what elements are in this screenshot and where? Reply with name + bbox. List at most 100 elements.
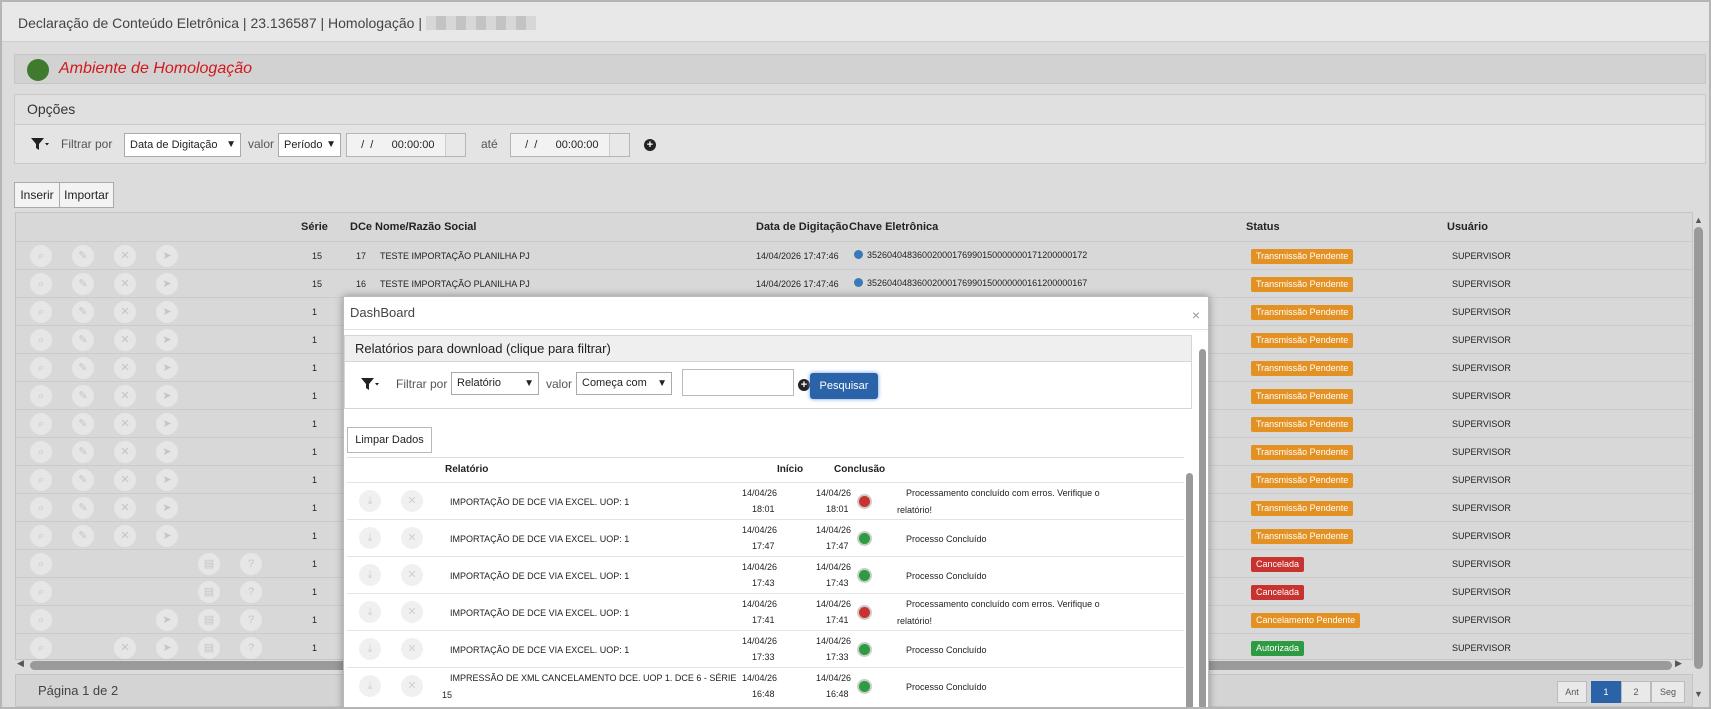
download-icon[interactable]: ⤓ [359,675,381,697]
cancel-icon[interactable]: ✕ [114,273,136,295]
search-icon[interactable]: ⌕ [30,553,52,575]
col-chave[interactable]: Chave Eletrônica [849,221,938,233]
send-icon[interactable]: ➤ [156,609,178,631]
list-item[interactable]: ⤓ ✕ IMPORTAÇÃO DE DCE VIA EXCEL. UOP: 1 14/… [347,593,1184,630]
edit-icon[interactable]: ✎ [72,385,94,407]
search-icon[interactable]: ⌕ [30,413,52,435]
cancel-icon[interactable]: ✕ [114,497,136,519]
col-inicio[interactable]: Início [777,464,803,475]
date-from-input[interactable]: / / 00:00:00 [346,133,466,157]
delete-icon[interactable]: ✕ [401,675,423,697]
col-relatorio[interactable]: Relatório [445,464,488,475]
edit-icon[interactable]: ✎ [72,329,94,351]
prev-page-button[interactable]: Ant [1557,681,1587,703]
search-icon[interactable]: ⌕ [30,245,52,267]
send-icon[interactable]: ➤ [156,273,178,295]
cancel-icon[interactable]: ✕ [114,441,136,463]
col-usuario[interactable]: Usuário [1447,221,1488,233]
print-icon[interactable]: ▤ [198,581,220,603]
send-icon[interactable]: ➤ [156,357,178,379]
edit-icon[interactable]: ✎ [72,497,94,519]
download-icon[interactable]: ⤓ [359,527,381,549]
col-dce[interactable]: DCe [350,221,372,233]
search-icon[interactable]: ⌕ [30,357,52,379]
edit-icon[interactable]: ✎ [72,441,94,463]
delete-icon[interactable]: ✕ [401,601,423,623]
search-icon[interactable]: ⌕ [30,637,52,659]
list-item[interactable]: ⤓ ✕ IMPORTAÇÃO DE DCE VIA EXCEL. UOP: 1 14/… [347,519,1184,556]
col-nome[interactable]: Nome/Razão Social [375,221,476,233]
cancel-icon[interactable]: ✕ [114,413,136,435]
scroll-left-icon[interactable]: ◀ [17,658,24,669]
next-page-button[interactable]: Seg [1651,681,1685,703]
delete-icon[interactable]: ✕ [401,490,423,512]
help-icon[interactable]: ? [240,581,262,603]
search-icon[interactable]: ⌕ [30,469,52,491]
delete-icon[interactable]: ✕ [401,564,423,586]
cancel-icon[interactable]: ✕ [114,385,136,407]
edit-icon[interactable]: ✎ [72,273,94,295]
add-filter-icon[interactable]: + [798,379,810,391]
cancel-icon[interactable]: ✕ [114,357,136,379]
download-icon[interactable]: ⤓ [359,490,381,512]
reports-panel-title[interactable]: Relatórios para download (clique para fi… [345,336,1191,362]
col-data-digitacao[interactable]: Data de Digitação [756,221,848,233]
list-item[interactable]: ⤓ ✕ IMPORTAÇÃO DE DCE VIA EXCEL. UOP: 1 14/… [347,630,1184,667]
search-icon[interactable]: ⌕ [30,273,52,295]
filter-funnel-icon[interactable] [29,133,51,157]
edit-icon[interactable]: ✎ [72,357,94,379]
scroll-right-icon[interactable]: ▶ [1675,658,1682,669]
date-to-input[interactable]: / / 00:00:00 [510,133,630,157]
help-icon[interactable]: ? [240,637,262,659]
filter-by-select[interactable]: Data de Digitação ▼ [124,133,241,157]
modal-search-input[interactable] [682,369,794,396]
reports-vertical-scrollbar[interactable] [1186,473,1193,707]
search-icon[interactable]: ⌕ [30,385,52,407]
print-icon[interactable]: ▤ [198,637,220,659]
search-icon[interactable]: ⌕ [30,329,52,351]
help-icon[interactable]: ? [240,609,262,631]
search-icon[interactable]: ⌕ [30,301,52,323]
search-button[interactable]: Pesquisar [810,373,878,399]
modal-vertical-scrollbar[interactable] [1199,349,1206,707]
calendar-icon[interactable] [609,134,629,156]
send-icon[interactable]: ➤ [156,245,178,267]
search-icon[interactable]: ⌕ [30,581,52,603]
send-icon[interactable]: ➤ [156,497,178,519]
download-icon[interactable]: ⤓ [359,601,381,623]
search-icon[interactable]: ⌕ [30,497,52,519]
send-icon[interactable]: ➤ [156,385,178,407]
col-conclusao[interactable]: Conclusão [834,464,885,475]
edit-icon[interactable]: ✎ [72,245,94,267]
vertical-scrollbar[interactable] [1694,227,1703,669]
cancel-icon[interactable]: ✕ [114,469,136,491]
download-icon[interactable]: ⤓ [359,638,381,660]
send-icon[interactable]: ➤ [156,301,178,323]
edit-icon[interactable]: ✎ [72,525,94,547]
print-icon[interactable]: ▤ [198,609,220,631]
cancel-icon[interactable]: ✕ [114,245,136,267]
search-icon[interactable]: ⌕ [30,609,52,631]
list-item[interactable]: ⤓ ✕ IMPORTAÇÃO DE DCE VIA EXCEL. UOP: 1 14/… [347,556,1184,593]
send-icon[interactable]: ➤ [156,329,178,351]
table-row[interactable]: ⌕ ✎ ✕ ➤ 15 16 TESTE IMPORTAÇÃO PLANILHA PJ 14/0… [16,269,1692,297]
cancel-icon[interactable]: ✕ [114,329,136,351]
search-icon[interactable]: ⌕ [30,441,52,463]
page-2-button[interactable]: 2 [1621,681,1651,703]
cancel-icon[interactable]: ✕ [114,301,136,323]
search-icon[interactable]: ⌕ [30,525,52,547]
send-icon[interactable]: ➤ [156,469,178,491]
delete-icon[interactable]: ✕ [401,527,423,549]
modal-valor-select[interactable]: Começa com ▼ [576,372,672,395]
valor-select[interactable]: Período ▼ [278,133,341,157]
scroll-up-icon[interactable]: ▲ [1694,215,1703,225]
clear-data-button[interactable]: Limpar Dados [347,427,432,453]
import-button[interactable]: Importar [59,182,114,208]
send-icon[interactable]: ➤ [156,441,178,463]
close-icon[interactable]: × [1192,307,1200,323]
scroll-down-icon[interactable]: ▼ [1694,689,1703,699]
calendar-icon[interactable] [445,134,465,156]
list-item[interactable]: ⤓ ✕ IMPRESSÃO DE XML CANCELAMENTO DCE. UOP… [347,667,1184,704]
help-icon[interactable]: ? [240,553,262,575]
filter-funnel-icon[interactable] [359,373,381,398]
